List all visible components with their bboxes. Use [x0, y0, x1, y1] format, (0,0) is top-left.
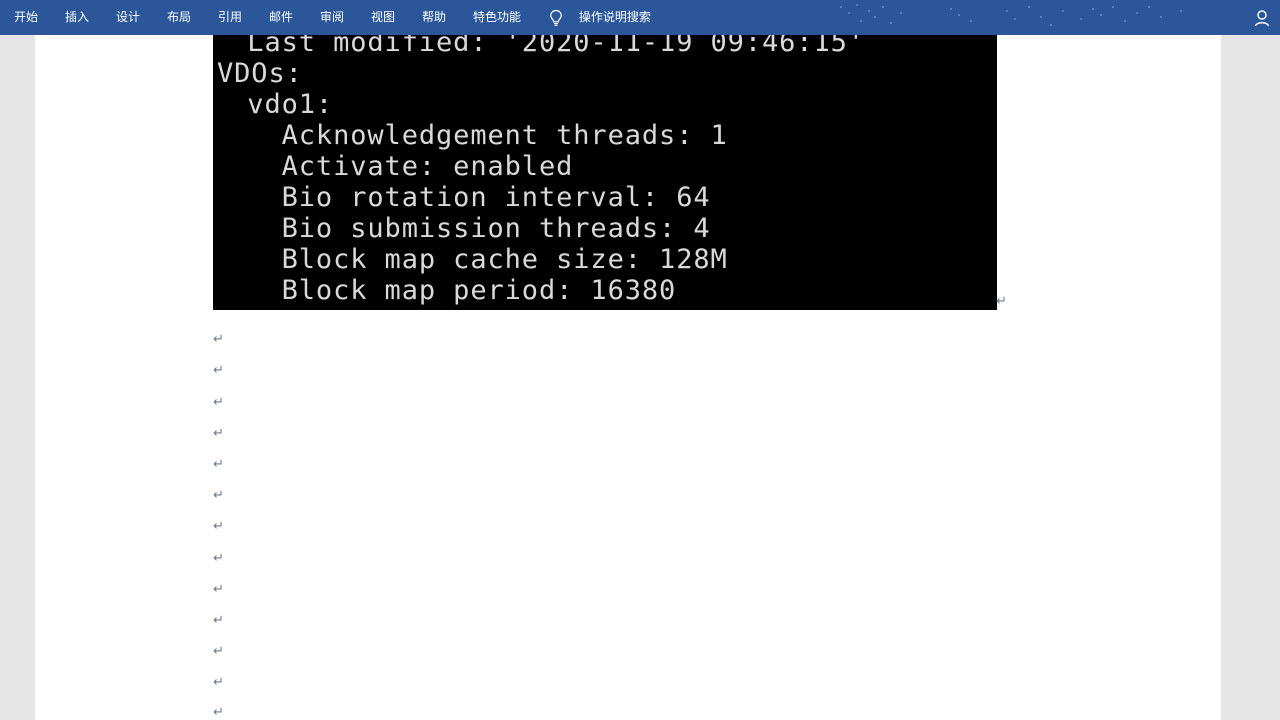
tab-home[interactable]: 开始 [14, 0, 38, 35]
paragraph-mark[interactable]: ↵ [213, 706, 224, 720]
paragraph-mark: ↵ [996, 294, 1007, 309]
terminal-screenshot: Last modified: '2020-11-19 09:46:15' VDO… [213, 35, 997, 310]
tab-insert[interactable]: 插入 [65, 0, 89, 35]
terminal-line-last-modified: Last modified: '2020-11-19 09:46:15' [213, 35, 865, 58]
tab-help[interactable]: 帮助 [422, 0, 446, 35]
ribbon-background-pattern [840, 4, 1182, 26]
terminal-line-block-map-period: Block map period: 16380 [213, 275, 677, 306]
paragraph-mark[interactable]: ↵ [213, 396, 224, 410]
tab-mailings[interactable]: 邮件 [269, 0, 293, 35]
paragraph-mark[interactable]: ↵ [213, 676, 224, 690]
paragraph-mark[interactable]: ↵ [213, 583, 224, 597]
paragraph-mark[interactable]: ↵ [213, 458, 224, 472]
tab-special-features[interactable]: 特色功能 [473, 0, 521, 35]
user-icon[interactable] [1254, 9, 1272, 27]
tell-me-label: 操作说明搜索 [578, 10, 651, 24]
ribbon-tab-bar: 开始 插入 设计 布局 引用 邮件 审阅 视图 帮助 特色功能 操作说明搜索 [0, 0, 1280, 35]
paragraph-mark[interactable]: ↵ [213, 520, 224, 534]
terminal-line-vdos: VDOs: [217, 58, 303, 89]
terminal-line-vdo1: vdo1: [213, 89, 334, 120]
paragraph-mark[interactable]: ↵ [213, 552, 224, 566]
tell-me-search[interactable]: 操作说明搜索 [549, 0, 651, 35]
lightbulb-icon [549, 9, 567, 27]
terminal-line-bio-rotation: Bio rotation interval: 64 [213, 182, 711, 213]
tab-design[interactable]: 设计 [116, 0, 140, 35]
terminal-line-ack-threads: Acknowledgement threads: 1 [213, 120, 728, 151]
tab-layout[interactable]: 布局 [167, 0, 191, 35]
paragraph-mark[interactable]: ↵ [213, 645, 224, 659]
terminal-line-bio-submission: Bio submission threads: 4 [213, 213, 711, 244]
paragraph-mark[interactable]: ↵ [213, 489, 224, 503]
terminal-line-activate: Activate: enabled [213, 151, 574, 182]
tab-review[interactable]: 审阅 [320, 0, 344, 35]
paragraph-mark[interactable]: ↵ [213, 614, 224, 628]
paragraph-mark[interactable]: ↵ [213, 333, 224, 347]
paragraph-mark[interactable]: ↵ [213, 364, 224, 378]
tab-view[interactable]: 视图 [371, 0, 395, 35]
terminal-line-block-map-cache: Block map cache size: 128M [213, 244, 728, 275]
tab-references[interactable]: 引用 [218, 0, 242, 35]
paragraph-mark[interactable]: ↵ [213, 427, 224, 441]
